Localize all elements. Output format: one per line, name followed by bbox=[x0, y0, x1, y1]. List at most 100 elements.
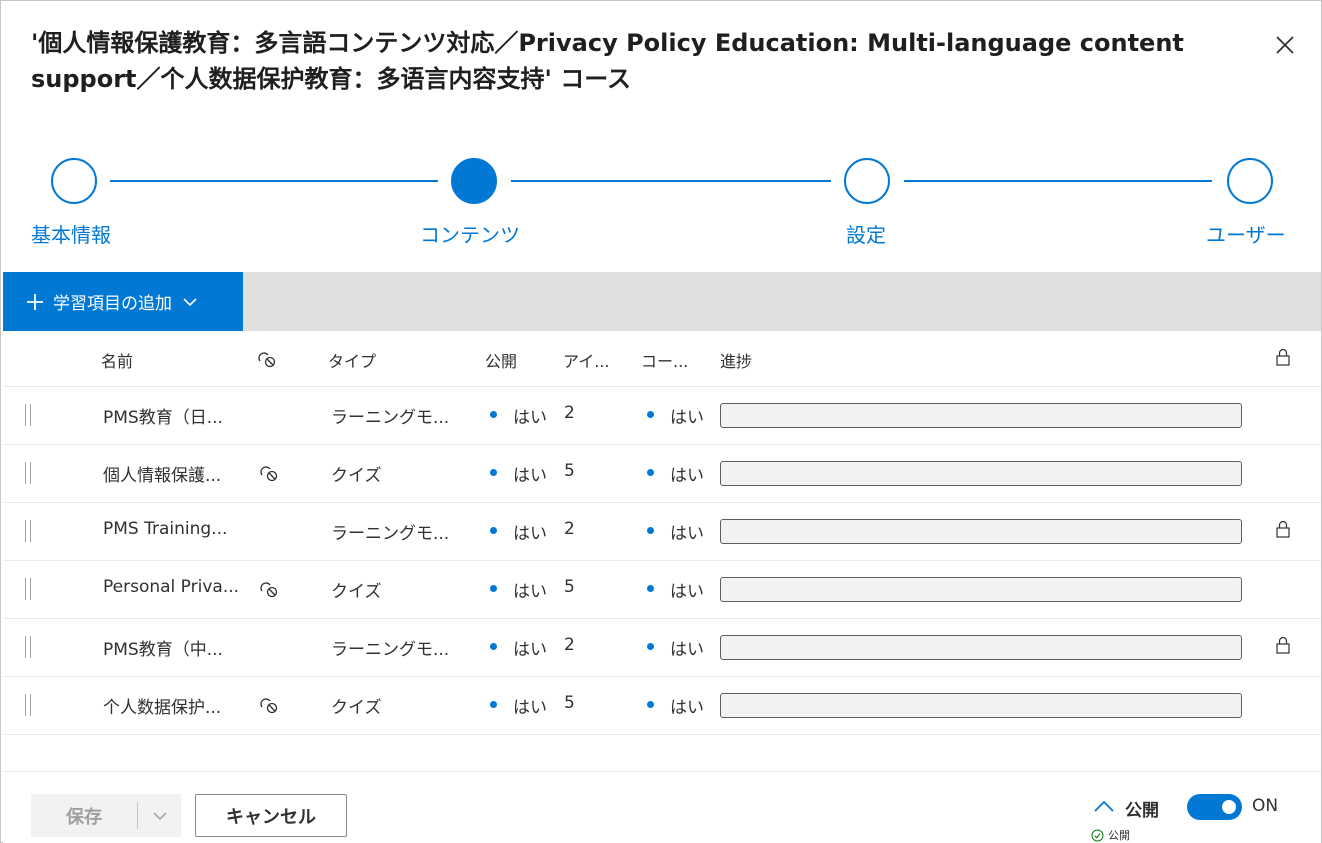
check-circle-icon bbox=[1091, 829, 1104, 841]
progress-bar bbox=[720, 577, 1242, 602]
column-header-type[interactable]: タイプ bbox=[328, 348, 376, 372]
completion-dot bbox=[647, 411, 654, 418]
row-completion: はい bbox=[670, 640, 704, 660]
link-icon bbox=[258, 352, 276, 368]
step-circle-users[interactable] bbox=[1227, 158, 1273, 204]
row-published: はい bbox=[513, 466, 547, 486]
row-items: 2 bbox=[564, 635, 575, 655]
row-name[interactable]: PMS教育（日... bbox=[103, 403, 238, 428]
chevron-down-icon bbox=[152, 811, 167, 820]
lock-icon bbox=[1275, 635, 1291, 659]
column-header-name[interactable]: 名前 bbox=[101, 348, 133, 372]
row-published: はい bbox=[513, 698, 547, 718]
close-button[interactable] bbox=[1269, 29, 1301, 61]
drag-handle[interactable] bbox=[25, 636, 31, 658]
completion-dot bbox=[647, 643, 654, 650]
course-stepper: 基本情報 コンテンツ 設定 ユーザー bbox=[1, 151, 1322, 251]
table-row[interactable]: PMS教育（日... ラーニングモ... はい 2 はい bbox=[3, 387, 1321, 445]
table-row[interactable]: Personal Priva... クイズ はい 5 はい bbox=[3, 561, 1321, 619]
row-items: 5 bbox=[564, 693, 575, 713]
publish-status: 公開 bbox=[1091, 827, 1130, 843]
progress-bar bbox=[720, 403, 1242, 428]
step-connector bbox=[511, 180, 831, 182]
row-name[interactable]: Personal Priva... bbox=[103, 577, 238, 597]
column-header-progress[interactable]: 進捗 bbox=[720, 348, 752, 372]
published-dot bbox=[490, 585, 497, 592]
table-row[interactable]: PMS教育（中... ラーニングモ... はい 2 はい bbox=[3, 619, 1321, 677]
drag-handle[interactable] bbox=[25, 520, 31, 542]
table-header: 名前 タイプ 公開 アイ... コー... 進捗 bbox=[3, 331, 1321, 387]
published-dot bbox=[490, 411, 497, 418]
published-dot bbox=[490, 469, 497, 476]
row-name[interactable]: PMS Training... bbox=[103, 519, 238, 539]
completion-dot bbox=[647, 527, 654, 534]
step-circle-settings[interactable] bbox=[844, 158, 890, 204]
step-connector bbox=[110, 180, 438, 182]
row-published: はい bbox=[513, 408, 547, 428]
table-row[interactable]: 个人数据保护... クイズ はい 5 はい bbox=[3, 677, 1321, 735]
row-name[interactable]: 個人情報保護... bbox=[103, 461, 238, 486]
table-row[interactable]: 個人情報保護... クイズ はい 5 はい bbox=[3, 445, 1321, 503]
progress-bar bbox=[720, 635, 1242, 660]
cancel-button[interactable]: キャンセル bbox=[195, 794, 347, 837]
column-header-items[interactable]: アイ... bbox=[563, 348, 609, 372]
step-circle-basic-info[interactable] bbox=[51, 158, 97, 204]
table-row[interactable]: PMS Training... ラーニングモ... はい 2 はい bbox=[3, 503, 1321, 561]
row-type: ラーニングモ... bbox=[331, 408, 450, 428]
row-completion: はい bbox=[670, 698, 704, 718]
save-split-button: 保存 bbox=[31, 794, 181, 837]
publish-toggle[interactable] bbox=[1187, 794, 1242, 820]
progress-bar bbox=[720, 461, 1242, 486]
chevron-up-icon[interactable] bbox=[1093, 798, 1115, 814]
row-items: 5 bbox=[564, 577, 575, 597]
row-type: クイズ bbox=[331, 698, 382, 718]
row-name[interactable]: 个人数据保护... bbox=[103, 693, 238, 718]
publish-status-text: 公開 bbox=[1108, 829, 1130, 842]
add-learning-item-label: 学習項目の追加 bbox=[53, 294, 172, 314]
dialog-title: '個人情報保護教育：多言語コンテンツ対応／Privacy Policy Educ… bbox=[31, 29, 1184, 93]
drag-handle[interactable] bbox=[25, 462, 31, 484]
step-label-settings[interactable]: 設定 bbox=[846, 219, 886, 248]
row-completion: はい bbox=[670, 524, 704, 544]
row-published: はい bbox=[513, 524, 547, 544]
row-items: 5 bbox=[564, 461, 575, 481]
drag-handle[interactable] bbox=[25, 404, 31, 426]
lock-icon bbox=[1275, 519, 1291, 543]
row-published: はい bbox=[513, 582, 547, 602]
step-label-contents[interactable]: コンテンツ bbox=[420, 219, 520, 248]
row-completion: はい bbox=[670, 466, 704, 486]
lock-icon bbox=[1276, 348, 1290, 366]
row-type: ラーニングモ... bbox=[331, 524, 450, 544]
dialog-footer: 保存 キャンセル 公開 ON 公開 bbox=[3, 771, 1321, 843]
row-items: 2 bbox=[564, 519, 575, 539]
step-circle-contents[interactable] bbox=[451, 158, 497, 204]
save-options-button[interactable] bbox=[138, 808, 181, 824]
plus-icon bbox=[27, 293, 43, 310]
row-type: ラーニングモ... bbox=[331, 640, 450, 660]
progress-bar bbox=[720, 693, 1242, 718]
toggle-state-label: ON bbox=[1252, 796, 1279, 816]
toggle-knob bbox=[1222, 800, 1236, 814]
save-button[interactable]: 保存 bbox=[31, 803, 137, 829]
completion-dot bbox=[647, 469, 654, 476]
row-completion: はい bbox=[670, 408, 704, 428]
add-learning-item-button[interactable]: 学習項目の追加 bbox=[3, 272, 243, 331]
column-header-published[interactable]: 公開 bbox=[485, 348, 517, 372]
published-dot bbox=[490, 643, 497, 650]
step-connector bbox=[904, 180, 1212, 182]
link-icon bbox=[259, 579, 281, 603]
step-label-basic-info[interactable]: 基本情報 bbox=[31, 219, 111, 248]
chevron-down-icon bbox=[183, 297, 197, 306]
row-name[interactable]: PMS教育（中... bbox=[103, 635, 238, 660]
published-dot bbox=[490, 527, 497, 534]
column-header-completion[interactable]: コー... bbox=[641, 348, 688, 372]
row-items: 2 bbox=[564, 403, 575, 423]
publish-label: 公開 bbox=[1125, 801, 1159, 821]
step-label-users[interactable]: ユーザー bbox=[1206, 219, 1286, 248]
course-dialog: '個人情報保護教育：多言語コンテンツ対応／Privacy Policy Educ… bbox=[0, 0, 1322, 843]
drag-handle[interactable] bbox=[25, 578, 31, 600]
link-icon bbox=[259, 695, 281, 719]
row-completion: はい bbox=[670, 582, 704, 602]
drag-handle[interactable] bbox=[25, 694, 31, 716]
row-published: はい bbox=[513, 640, 547, 660]
